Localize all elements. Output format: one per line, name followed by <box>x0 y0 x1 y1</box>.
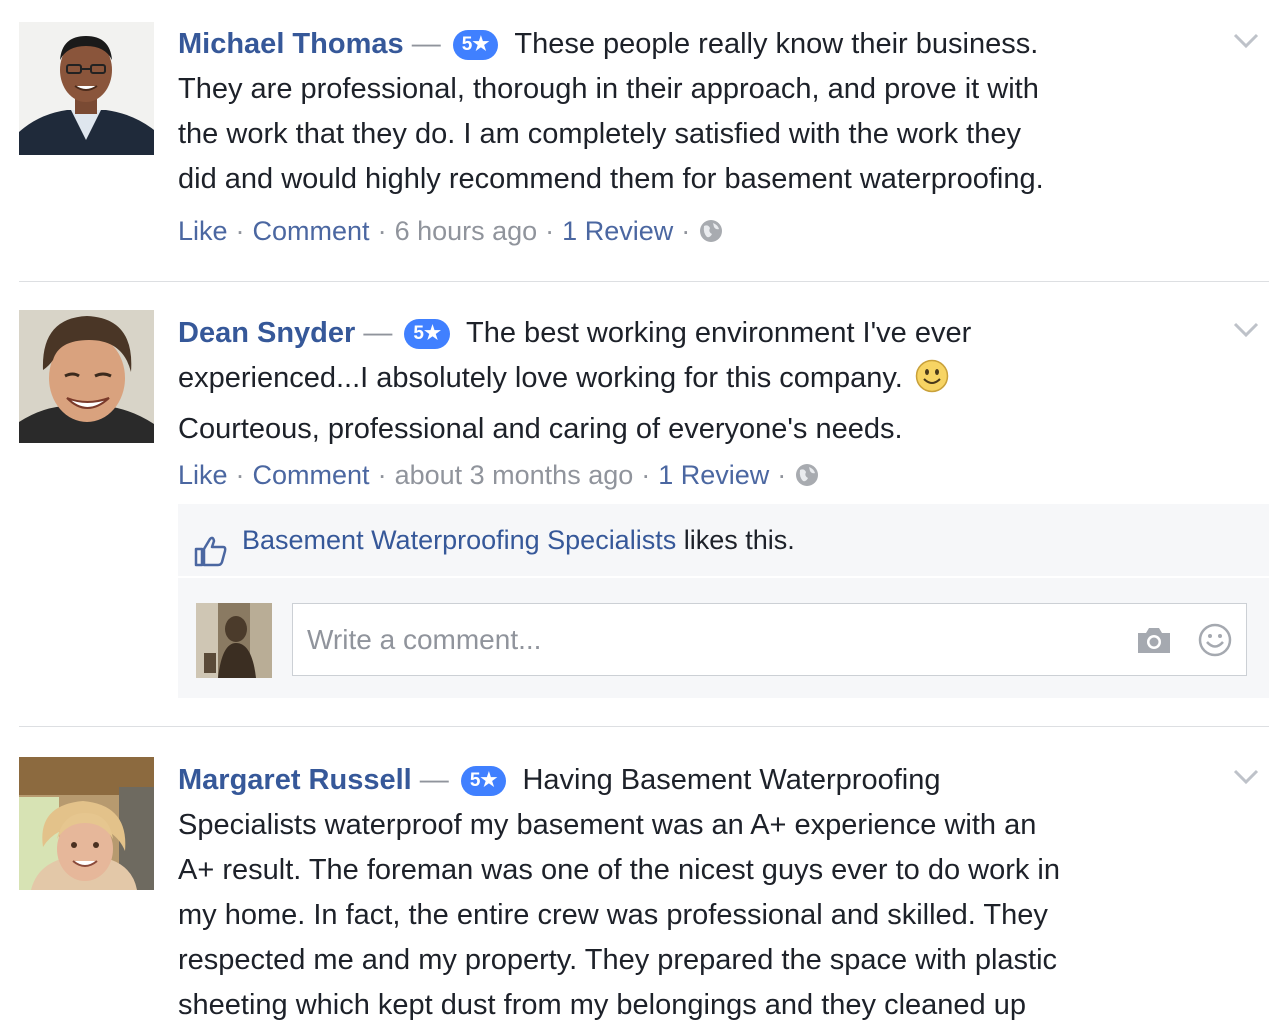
review-line: A+ result. The foreman was one of the ni… <box>178 854 1061 886</box>
review-text: Michael Thomas — 5★ These people really k… <box>178 22 1218 202</box>
timestamp-link[interactable]: about 3 months ago <box>395 460 634 490</box>
review-line: The best working environment I've ever <box>466 317 972 349</box>
comment-input[interactable] <box>292 603 1247 676</box>
current-user-avatar <box>196 603 272 678</box>
meta-separator: · <box>545 216 555 246</box>
meta-separator: · <box>641 460 651 490</box>
timestamp-link[interactable]: 6 hours ago <box>395 216 538 246</box>
review-line: Having Basement Waterproofing <box>522 764 941 796</box>
review-count-link[interactable]: 1 Review <box>562 216 673 246</box>
reviewer-name[interactable]: Margaret Russell <box>178 764 412 796</box>
review-line: did and would highly recommend them for … <box>178 163 1044 195</box>
review-line: respected me and my property. They prepa… <box>178 944 1058 976</box>
divider <box>19 726 1269 727</box>
review-line: sheeting which kept dust from my belongi… <box>178 989 1026 1021</box>
meta-separator: · <box>377 216 387 246</box>
globe-icon <box>794 462 820 494</box>
smiling-face-emoji <box>915 359 949 407</box>
review-line: my home. In fact, the entire crew was pr… <box>178 899 1048 931</box>
review-text: Dean Snyder — 5★ The best working environ… <box>178 311 1218 452</box>
reviewer-name[interactable]: Dean Snyder <box>178 317 355 349</box>
rating-badge: 5★ <box>452 30 499 60</box>
rating-badge: 5★ <box>460 766 507 796</box>
meta-separator: · <box>777 460 787 490</box>
review-line: Specialists waterproof my basement was a… <box>178 809 1037 841</box>
globe-icon <box>698 218 724 250</box>
review-line: These people really know their business. <box>514 28 1039 60</box>
reviewer-avatar[interactable] <box>19 310 154 443</box>
comment-composer <box>178 578 1269 698</box>
review-line: the work that they do. I am completely s… <box>178 118 1021 150</box>
chevron-down-icon[interactable] <box>1233 768 1259 786</box>
like-link[interactable]: Like <box>178 216 228 246</box>
meta-separator: · <box>681 216 691 246</box>
meta-separator: · <box>235 216 245 246</box>
reviewer-name[interactable]: Michael Thomas <box>178 28 404 60</box>
review-text: Margaret Russell — 5★ Having Basement Wat… <box>178 758 1218 1028</box>
likes-summary: Basement Waterproofing Specialists likes… <box>178 504 1269 576</box>
review-line: They are professional, thorough in their… <box>178 73 1039 105</box>
review-actions: Like · Comment · 6 hours ago · 1 Review · <box>178 216 724 250</box>
divider <box>19 281 1269 282</box>
meta-separator: · <box>377 460 387 490</box>
reviewer-avatar[interactable] <box>19 22 154 155</box>
meta-separator: · <box>235 460 245 490</box>
comment-link[interactable]: Comment <box>253 460 370 490</box>
review-actions: Like · Comment · about 3 months ago · 1 Review… <box>178 460 820 494</box>
review-count-link[interactable]: 1 Review <box>658 460 769 490</box>
rating-badge: 5★ <box>404 319 451 349</box>
smiley-icon[interactable] <box>1198 623 1232 662</box>
liker-page-link[interactable]: Basement Waterproofing Specialists <box>242 525 676 555</box>
likes-suffix: likes this. <box>683 525 795 555</box>
chevron-down-icon[interactable] <box>1233 32 1259 50</box>
separator-dash: — <box>411 28 441 60</box>
review-line: experienced...I absolutely love working … <box>178 362 903 394</box>
camera-icon[interactable] <box>1136 625 1172 660</box>
comment-link[interactable]: Comment <box>253 216 370 246</box>
separator-dash: — <box>419 764 449 796</box>
chevron-down-icon[interactable] <box>1233 321 1259 339</box>
separator-dash: — <box>363 317 393 349</box>
reviewer-avatar[interactable] <box>19 757 154 890</box>
like-link[interactable]: Like <box>178 460 228 490</box>
review-line: Courteous, professional and caring of ev… <box>178 413 903 445</box>
